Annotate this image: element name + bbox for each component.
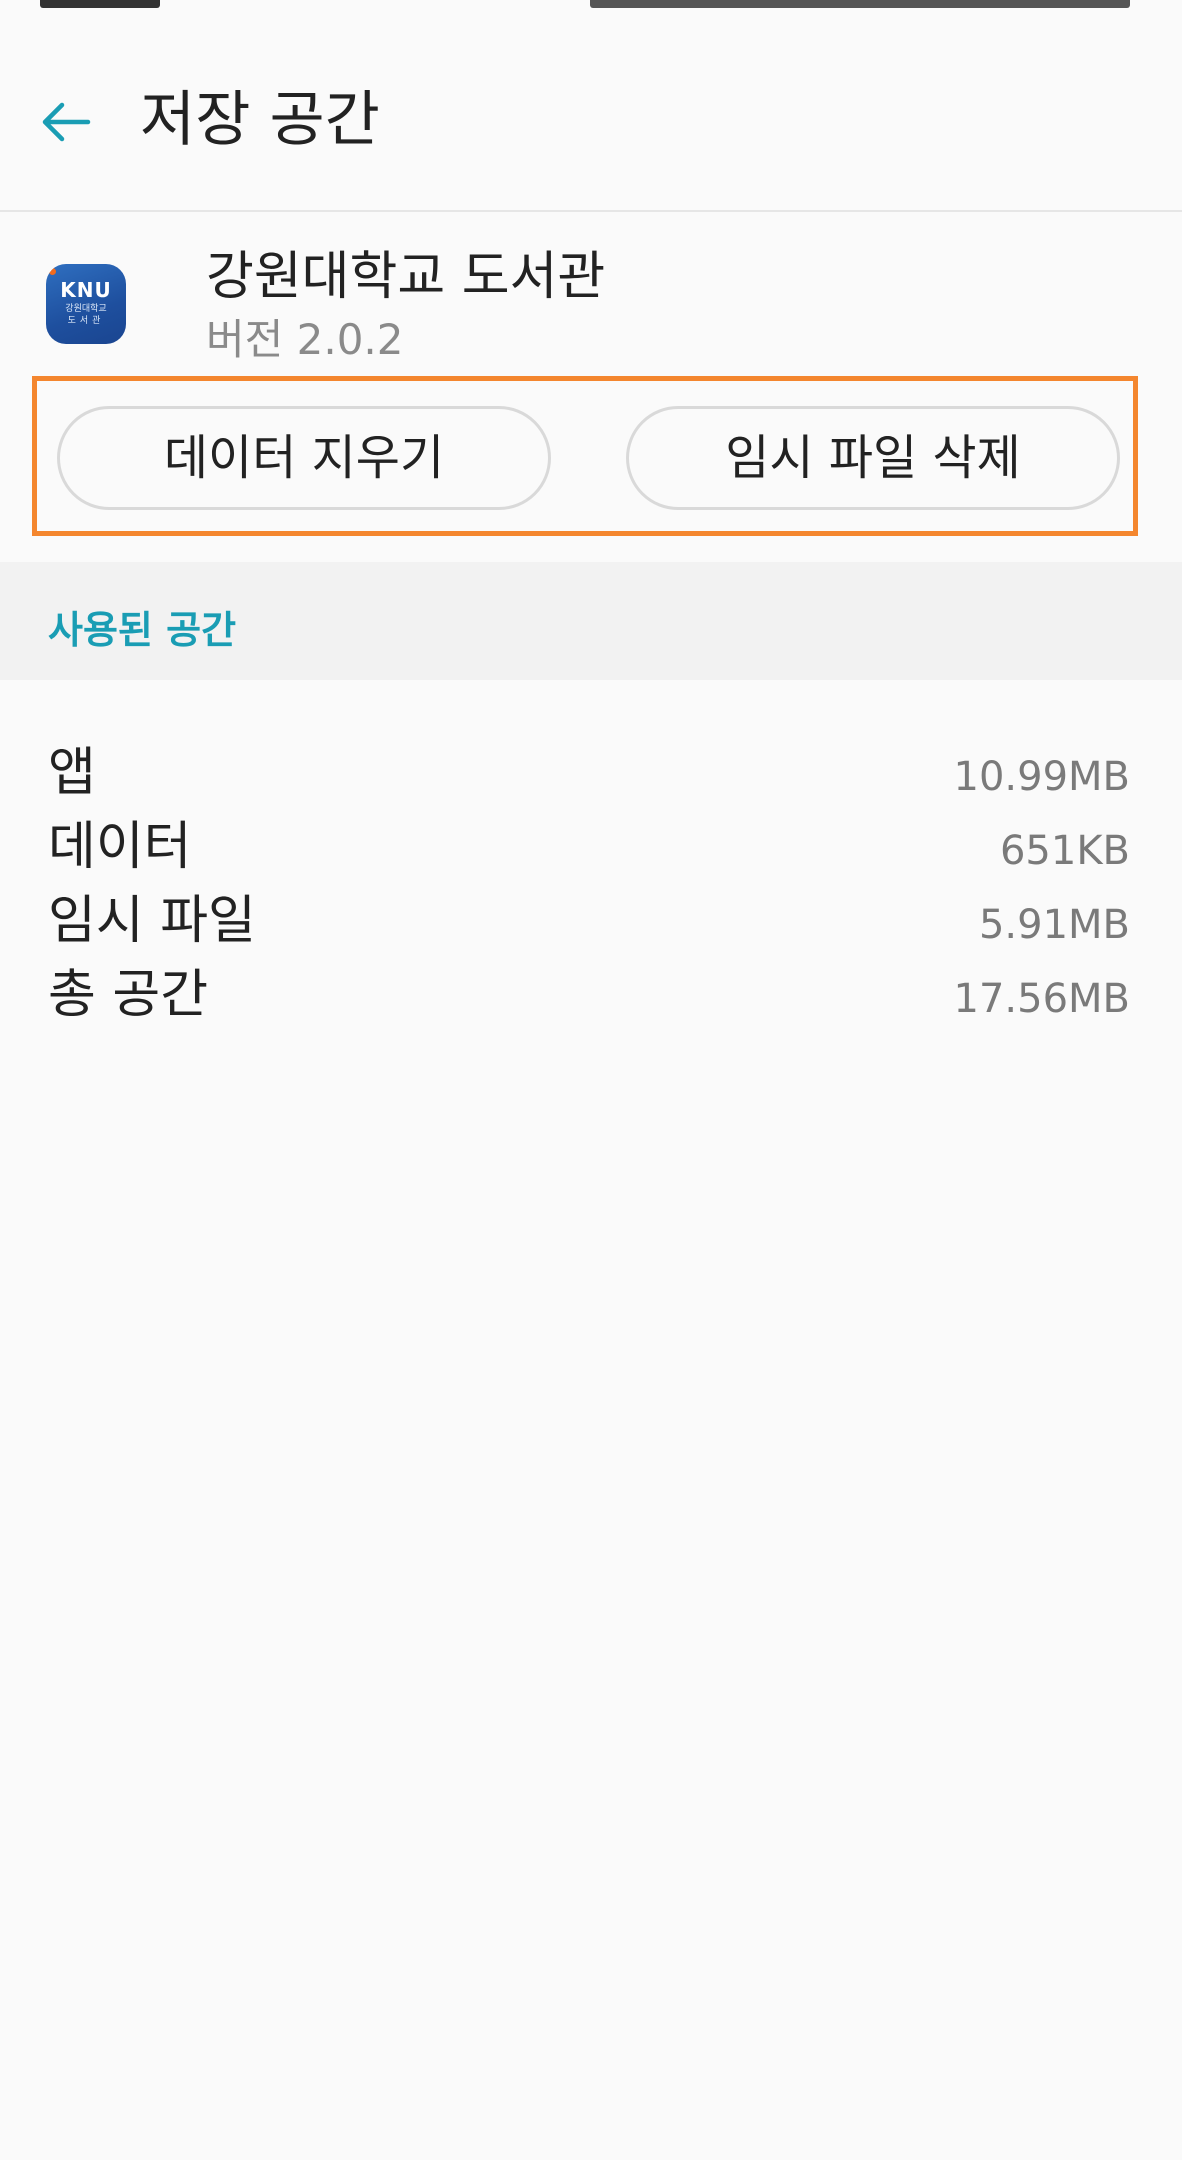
storage-row-cache: 임시 파일 5.91MB: [0, 884, 1182, 958]
storage-value: 17.56MB: [953, 976, 1130, 1022]
app-icon-logo-text: KNU: [60, 278, 112, 302]
page-title: 저장 공간: [140, 85, 380, 155]
storage-row-data: 데이터 651KB: [0, 810, 1182, 884]
app-bar: 저장 공간: [0, 14, 1182, 212]
storage-value: 10.99MB: [953, 754, 1130, 800]
storage-label: 임시 파일: [48, 891, 256, 951]
status-bar: [0, 0, 1182, 14]
storage-row-total: 총 공간 17.56MB: [0, 958, 1182, 1032]
app-name: 강원대학교 도서관: [206, 247, 606, 307]
storage-label: 앱: [48, 743, 96, 803]
app-version: 버전 2.0.2: [206, 315, 404, 364]
status-icons-fragment: [590, 0, 1130, 8]
status-time-fragment: [40, 0, 160, 8]
clear-cache-button[interactable]: 임시 파일 삭제: [626, 406, 1120, 510]
storage-value: 5.91MB: [978, 902, 1130, 948]
arrow-left-icon[interactable]: [36, 92, 96, 152]
app-icon-dot: [49, 268, 56, 275]
app-icon-subtext: 강원대학교: [65, 304, 107, 314]
section-header: 사용된 공간: [0, 562, 1182, 680]
app-icon: KNU 강원대학교 도서관: [46, 264, 126, 344]
clear-data-button[interactable]: 데이터 지우기: [57, 406, 551, 510]
app-icon-subtext-2: 도서관: [67, 316, 105, 326]
storage-list: 앱 10.99MB 데이터 651KB 임시 파일 5.91MB 총 공간 17…: [0, 736, 1182, 1032]
section-title-used-space: 사용된 공간: [48, 608, 237, 652]
storage-label: 데이터: [48, 817, 192, 877]
storage-label: 총 공간: [48, 965, 209, 1025]
storage-row-app: 앱 10.99MB: [0, 736, 1182, 810]
app-info: KNU 강원대학교 도서관 강원대학교 도서관 버전 2.0.2 데이터 지우기…: [0, 212, 1182, 562]
storage-value: 651KB: [999, 828, 1130, 874]
